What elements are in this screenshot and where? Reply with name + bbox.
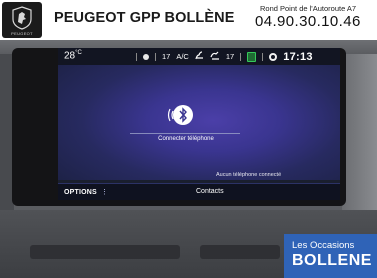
- fan-icon[interactable]: [143, 53, 149, 60]
- peugeot-lion-icon: [12, 6, 32, 30]
- status-bar: 28°C 17 A/C 17 17:13: [58, 48, 340, 65]
- phone-icon[interactable]: [247, 51, 257, 62]
- promo-badge: Les Occasions BOLLENE: [284, 234, 377, 278]
- badge-line2: BOLLENE: [292, 252, 372, 269]
- ac-button[interactable]: A/C: [176, 52, 189, 61]
- separator: [136, 52, 137, 61]
- gear-icon[interactable]: [269, 52, 278, 61]
- dealer-name: PEUGEOT GPP BOLLÈNE: [54, 10, 235, 26]
- driver-temperature-value: 28: [64, 50, 76, 62]
- temperature-unit: °C: [75, 50, 82, 56]
- connect-phone-button[interactable]: [166, 100, 200, 130]
- fan-value[interactable]: 17: [162, 52, 170, 61]
- dealer-address: Rond Point de l'Autoroute A7: [260, 4, 357, 13]
- connection-status: Aucun téléphone connecté: [216, 172, 282, 178]
- contacts-button[interactable]: Contacts: [196, 188, 224, 195]
- divider: [130, 133, 240, 134]
- infotainment-screen: 28°C 17 A/C 17 17:13 Connecter téléphone…: [58, 48, 340, 200]
- connect-phone-label[interactable]: Connecter téléphone: [158, 136, 214, 143]
- dealer-phone: 04.90.30.10.46: [255, 13, 361, 30]
- dashboard-right: [342, 54, 377, 214]
- logo-caption: PEUGEOT: [11, 31, 33, 36]
- badge-line1: Les Occasions: [292, 240, 355, 251]
- driver-temperature[interactable]: 28°C: [64, 50, 82, 61]
- dealer-header: PEUGEOT PEUGEOT GPP BOLLÈNE Rond Point d…: [0, 0, 377, 40]
- air-vent: [200, 245, 280, 259]
- options-label: OPTIONS: [64, 189, 97, 196]
- more-icon: ⋮: [100, 189, 109, 196]
- bottom-bar: OPTIONS ⋮ Contacts: [58, 183, 340, 200]
- seat-heat-icon[interactable]: [195, 51, 204, 62]
- recirculation-icon[interactable]: [210, 51, 220, 62]
- climate-controls: 17 A/C 17 17:13: [136, 50, 313, 63]
- passenger-temperature[interactable]: 17: [226, 52, 234, 61]
- separator: [240, 52, 242, 61]
- separator: [262, 52, 264, 61]
- air-vent: [30, 245, 180, 259]
- separator: [155, 52, 156, 61]
- options-button[interactable]: OPTIONS ⋮: [64, 188, 108, 196]
- peugeot-logo: PEUGEOT: [2, 2, 42, 38]
- clock: 17:13: [283, 50, 313, 63]
- bluetooth-icon: [167, 105, 193, 125]
